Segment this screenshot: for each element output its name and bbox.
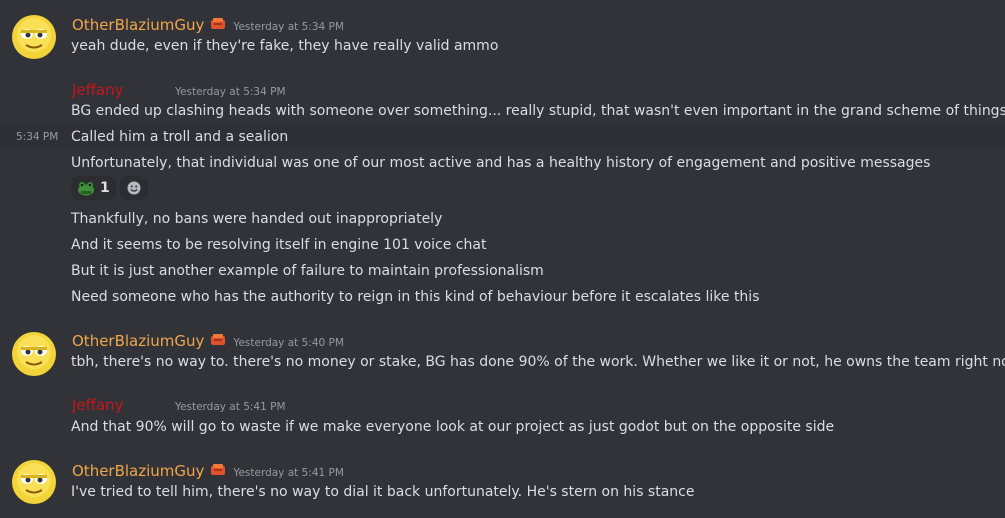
message-timestamp[interactable]: Yesterday at 5:34 PM — [175, 86, 286, 98]
reaction-pill[interactable]: 1 — [71, 176, 116, 200]
message-text: yeah dude, even if they're fake, they ha… — [71, 38, 499, 54]
hover-timestamp[interactable]: 5:34 PM — [16, 131, 58, 143]
message-timestamp[interactable]: Yesterday at 5:40 PM — [233, 337, 344, 349]
message-timestamp[interactable]: Yesterday at 5:41 PM — [175, 401, 286, 413]
message-text: Need someone who has the authority to re… — [71, 289, 760, 305]
reaction-bar: 1 — [71, 176, 148, 200]
username[interactable]: Jeffany — [72, 396, 168, 414]
username[interactable]: Jeffany — [72, 81, 168, 99]
username[interactable]: OtherBlaziumGuy — [72, 462, 204, 480]
blazium-role-icon[interactable] — [210, 332, 226, 346]
frog-emoji-icon — [78, 182, 94, 196]
message-timestamp[interactable]: Yesterday at 5:34 PM — [233, 21, 344, 33]
message-text: And that 90% will go to waste if we make… — [71, 419, 835, 435]
message-header: OtherBlaziumGuy Yesterday at 5:41 PM — [72, 461, 344, 480]
reaction-count: 1 — [100, 180, 110, 196]
smiley-avatar-icon — [12, 15, 56, 59]
message-header: OtherBlaziumGuy Yesterday at 5:34 PM — [72, 15, 344, 34]
message-header: Jeffany Yesterday at 5:41 PM — [72, 396, 286, 414]
message-timestamp[interactable]: Yesterday at 5:41 PM — [233, 467, 344, 479]
message-text: And it seems to be resolving itself in e… — [71, 237, 487, 253]
add-reaction-button[interactable] — [119, 176, 148, 200]
message-text: Thankfully, no bans were handed out inap… — [71, 211, 443, 227]
blazium-role-icon[interactable] — [210, 462, 226, 476]
message-text: tbh, there's no way to. there's no money… — [71, 354, 1005, 370]
message-text: I've tried to tell him, there's no way t… — [71, 484, 695, 500]
smiley-avatar-icon — [12, 332, 56, 376]
user-avatar[interactable] — [11, 14, 57, 60]
add-reaction-icon — [127, 181, 141, 195]
blazium-role-icon[interactable] — [210, 16, 226, 30]
message-header: Jeffany Yesterday at 5:34 PM — [72, 81, 286, 99]
message-text: Unfortunately, that individual was one o… — [71, 155, 931, 171]
username[interactable]: OtherBlaziumGuy — [72, 16, 204, 34]
user-avatar[interactable] — [11, 331, 57, 377]
message-text: Called him a troll and a sealion — [71, 129, 289, 145]
username[interactable]: OtherBlaziumGuy — [72, 332, 204, 350]
smiley-avatar-icon — [12, 460, 56, 504]
user-avatar[interactable] — [11, 459, 57, 505]
message-header: OtherBlaziumGuy Yesterday at 5:40 PM — [72, 331, 344, 350]
message-text: But it is just another example of failur… — [71, 263, 544, 279]
message-text: BG ended up clashing heads with someone … — [71, 103, 1005, 119]
